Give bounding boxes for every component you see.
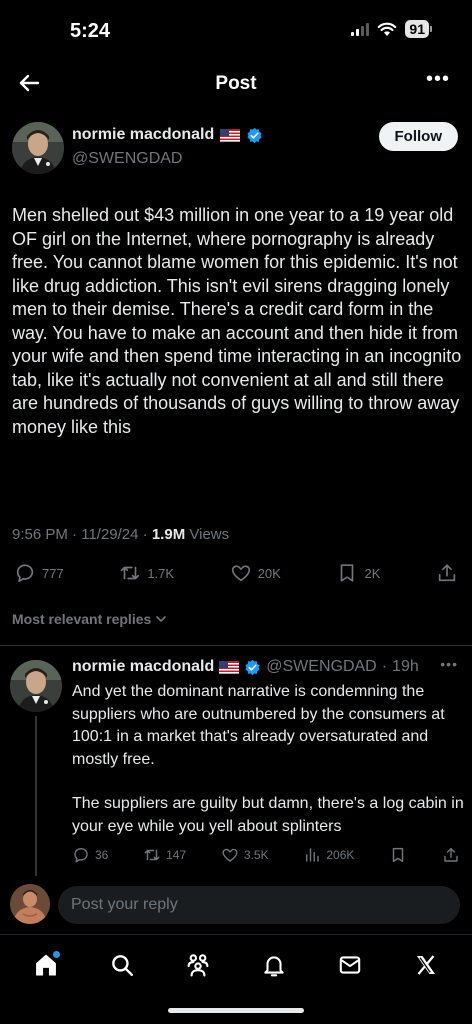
bookmark-icon bbox=[341, 564, 354, 582]
reply-repost-count: 147 bbox=[166, 848, 187, 862]
post-actions: 777 1.7K 20K 2K bbox=[14, 562, 458, 584]
views-label: Views bbox=[189, 526, 230, 543]
replies-sort-dropdown[interactable]: Most relevant replies bbox=[12, 611, 167, 627]
wifi-icon bbox=[378, 22, 397, 36]
notifications-icon bbox=[264, 955, 284, 976]
status-icons: 91 bbox=[351, 20, 432, 38]
post-time[interactable]: 9:56 PM bbox=[12, 526, 68, 543]
reply-input[interactable] bbox=[58, 886, 460, 924]
verified-badge-icon bbox=[247, 127, 262, 143]
status-bar: 5:24 91 bbox=[0, 0, 472, 62]
reply-icon bbox=[74, 847, 88, 863]
us-flag-icon bbox=[219, 660, 240, 674]
reply-button[interactable]: 777 bbox=[14, 562, 64, 584]
like-count: 20K bbox=[257, 565, 281, 581]
reply-bookmark-button[interactable] bbox=[389, 846, 407, 864]
repost-icon bbox=[144, 849, 160, 861]
reply-repost-button[interactable]: 147 bbox=[143, 846, 186, 864]
signal-icon bbox=[351, 22, 370, 36]
reply-age: 19h bbox=[392, 658, 419, 675]
thread-line bbox=[35, 716, 37, 876]
follow-button[interactable]: Follow bbox=[378, 122, 458, 151]
home-indicator bbox=[168, 1008, 304, 1013]
post-metadata: 9:56 PM · 11/29/24 · 1.9M Views bbox=[12, 526, 230, 543]
divider bbox=[0, 645, 472, 646]
verified-badge-icon bbox=[245, 659, 260, 675]
author-name[interactable]: normie macdonald bbox=[72, 126, 214, 144]
share-icon bbox=[444, 847, 458, 862]
current-user-avatar[interactable] bbox=[10, 884, 50, 924]
views-chart-icon bbox=[306, 848, 320, 862]
share-icon bbox=[438, 564, 456, 582]
author-handle[interactable]: @SWENGDAD bbox=[72, 150, 182, 168]
tab-search[interactable] bbox=[104, 947, 140, 983]
tab-messages[interactable] bbox=[332, 947, 368, 983]
x-logo-icon bbox=[417, 954, 435, 975]
reply-like-button[interactable]: 3.5K bbox=[221, 846, 269, 864]
bookmark-icon bbox=[392, 847, 404, 863]
view-count: 1.9M bbox=[151, 526, 186, 543]
reply-like-count: 3.5K bbox=[243, 848, 269, 862]
battery-icon: 91 bbox=[405, 20, 432, 38]
reply-author-handle[interactable]: @SWENGDAD bbox=[266, 658, 376, 676]
author-avatar[interactable] bbox=[12, 122, 64, 174]
bookmark-button[interactable]: 2K bbox=[336, 562, 380, 584]
reply-text: And yet the dominant narrative is condem… bbox=[72, 681, 464, 838]
tab-x-premium[interactable] bbox=[408, 947, 444, 983]
more-options-icon[interactable]: ••• bbox=[426, 68, 450, 91]
bottom-tab-bar bbox=[0, 934, 472, 994]
heart-icon bbox=[231, 565, 250, 582]
reply-count: 777 bbox=[42, 565, 64, 581]
battery-level: 91 bbox=[405, 20, 429, 38]
reply-more-icon[interactable]: ••• bbox=[440, 656, 458, 672]
replies-sort-label: Most relevant replies bbox=[12, 611, 152, 627]
messages-icon bbox=[339, 955, 361, 974]
reply-views-button[interactable]: 206K bbox=[303, 846, 354, 864]
reply-reply-count: 36 bbox=[95, 848, 109, 862]
tab-home[interactable] bbox=[28, 947, 64, 983]
repost-icon bbox=[121, 566, 140, 580]
chevron-down-icon bbox=[156, 616, 167, 623]
reply-share-button[interactable] bbox=[442, 846, 460, 864]
reply-view-count: 206K bbox=[326, 848, 355, 862]
heart-icon bbox=[222, 848, 238, 862]
reply-icon bbox=[16, 564, 34, 583]
search-icon bbox=[112, 954, 133, 976]
us-flag-icon bbox=[220, 128, 241, 142]
post-text: Men shelled out $43 million in one year … bbox=[12, 205, 462, 437]
author-name-row: normie macdonald bbox=[72, 126, 263, 144]
communities-icon bbox=[187, 953, 209, 977]
page-title: Post bbox=[215, 73, 257, 94]
reply-reply-button[interactable]: 36 bbox=[72, 846, 108, 864]
tab-communities[interactable] bbox=[180, 947, 216, 983]
top-bar: Post ••• bbox=[0, 62, 472, 106]
status-time: 5:24 bbox=[70, 20, 111, 42]
reply-header: normie macdonald @SWENGDAD · 19h bbox=[72, 658, 419, 676]
reply-actions: 36 147 3.5K 206K bbox=[72, 846, 460, 864]
tab-notifications[interactable] bbox=[256, 947, 292, 983]
post-date[interactable]: 11/29/24 bbox=[81, 526, 138, 543]
notification-dot bbox=[53, 950, 60, 958]
share-button[interactable] bbox=[436, 562, 458, 584]
reply-paragraph: The suppliers are guilty but damn, there… bbox=[72, 795, 464, 835]
reply-author-name[interactable]: normie macdonald bbox=[72, 658, 214, 676]
repost-button[interactable]: 1.7K bbox=[119, 562, 174, 584]
reply-paragraph: And yet the dominant narrative is condem… bbox=[72, 683, 445, 768]
reply-author-avatar[interactable] bbox=[10, 660, 62, 712]
bookmark-count: 2K bbox=[364, 565, 381, 581]
repost-count: 1.7K bbox=[147, 565, 175, 581]
like-button[interactable]: 20K bbox=[230, 562, 281, 584]
